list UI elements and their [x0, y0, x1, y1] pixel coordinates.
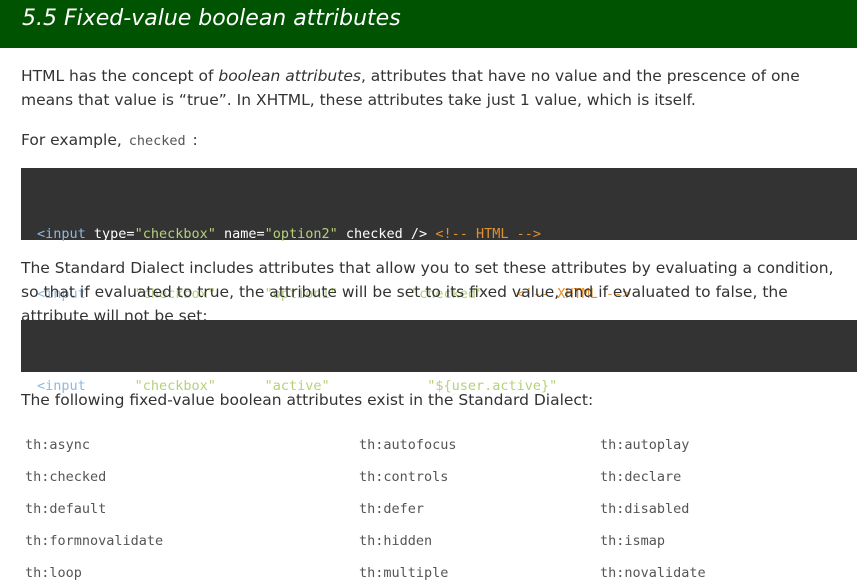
code-token: <input — [37, 226, 86, 242]
code-line-html: <input type="checkbox" name="option2" ch… — [37, 224, 841, 244]
attribute-item: th:disabled — [600, 501, 690, 517]
attribute-item: th:formnovalidate — [25, 533, 164, 549]
section-title: 5.5 Fixed-value boolean attributes — [22, 6, 401, 31]
example-paragraph: For example, checked : — [21, 128, 851, 153]
attribute-item: th:async — [25, 437, 91, 453]
attribute-item: th:novalidate — [600, 565, 706, 581]
code-token: "checkbox" — [134, 226, 216, 242]
attribute-item: th:hidden — [359, 533, 433, 549]
code-block-html-xhtml: <input type="checkbox" name="option2" ch… — [21, 168, 857, 302]
code-token: type= — [85, 226, 135, 242]
example-suffix: : — [187, 131, 198, 149]
code-token: "option2" — [264, 226, 338, 242]
code-token: checked /> — [337, 226, 428, 242]
following-paragraph: The following fixed-value boolean attrib… — [21, 391, 594, 409]
inline-code-checked: checked — [128, 133, 186, 149]
section-header: 5.5 Fixed-value boolean attributes — [0, 0, 857, 48]
attribute-item: th:autofocus — [359, 437, 457, 453]
attribute-item: th:default — [25, 501, 107, 517]
code-token: name= — [215, 226, 265, 242]
intro-text-1: HTML has the concept of — [21, 67, 219, 85]
attribute-item: th:ismap — [600, 533, 666, 549]
attribute-item: th:declare — [600, 469, 682, 485]
attribute-item: th:controls — [359, 469, 449, 485]
attribute-item: th:multiple — [359, 565, 449, 581]
code-block-th-checked: <input type="checkbox" name="active" th:… — [21, 320, 857, 394]
attribute-item: th:loop — [25, 565, 82, 581]
attribute-item: th:checked — [25, 469, 107, 485]
intro-paragraph: HTML has the concept of boolean attribut… — [21, 64, 851, 112]
attribute-item: th:autoplay — [600, 437, 690, 453]
intro-emphasis: boolean attributes — [218, 67, 361, 85]
attribute-item: th:defer — [359, 501, 425, 517]
standard-dialect-paragraph: The Standard Dialect includes attributes… — [21, 259, 834, 325]
code-comment: <!-- HTML --> — [427, 226, 541, 242]
example-label: For example, — [21, 131, 127, 149]
